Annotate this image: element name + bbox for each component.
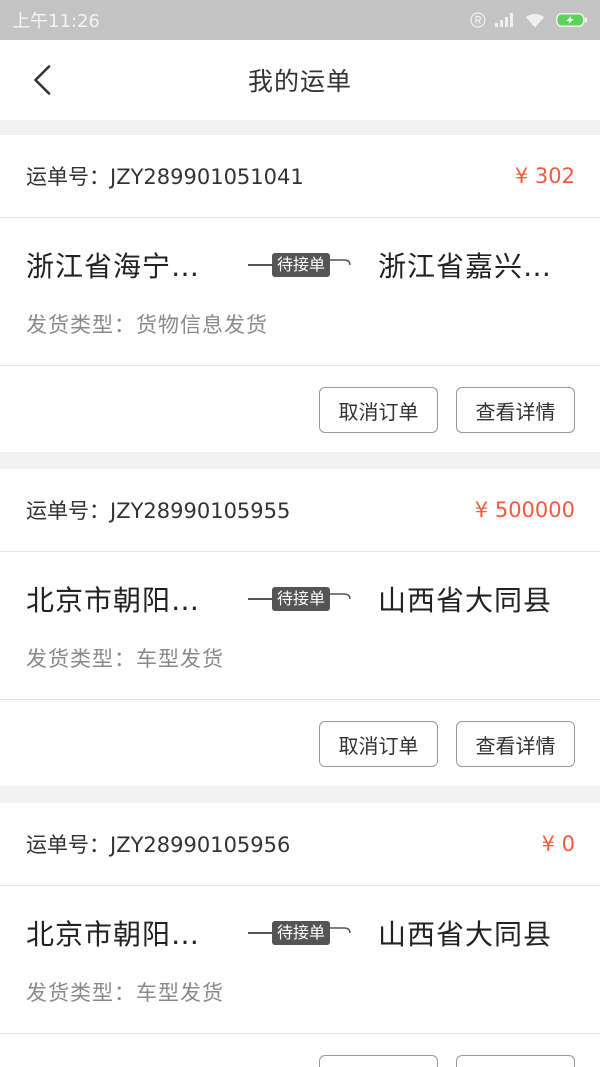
back-button[interactable] [22, 55, 62, 105]
route-row: 浙江省海宁… 待接单 浙江省嘉兴… [0, 243, 600, 287]
card-body: 浙江省海宁… 待接单 浙江省嘉兴… 发货类型：货物信息发货 [0, 218, 600, 366]
registered-icon [470, 12, 486, 28]
arrow-tail-icon [330, 259, 351, 266]
route-arrow: 待接单 [248, 918, 352, 948]
view-details-button[interactable] [456, 1055, 575, 1067]
status-time: 上午11:26 [12, 11, 100, 32]
card-header: 运单号：JZY289901051041 ¥ 302 [0, 135, 600, 218]
origin-city: 北京市朝阳… [26, 918, 201, 951]
destination-city: 山西省大同县 [378, 918, 553, 951]
signal-icon [495, 13, 513, 27]
status-badge: 待接单 [272, 587, 330, 611]
view-details-button[interactable]: 查看详情 [456, 387, 575, 433]
order-number-value: JZY28990105955 [110, 499, 291, 523]
order-number-value: JZY28990105956 [110, 833, 291, 857]
card-header: 运单号：JZY28990105956 ¥ 0 [0, 803, 600, 886]
status-badge: 待接单 [272, 253, 330, 277]
ship-type: 发货类型：货物信息发货 [0, 310, 600, 340]
ship-type: 发货类型：车型发货 [0, 644, 600, 674]
ship-type-value: 车型发货 [136, 981, 224, 1005]
ship-type-label: 发货类型： [26, 313, 136, 337]
order-number: 运单号：JZY289901051041 [26, 161, 304, 191]
waybill-list: 运单号：JZY289901051041 ¥ 302 浙江省海宁… 待接单 浙江省… [0, 120, 600, 1067]
route-line [248, 598, 272, 600]
arrow-tail-icon [330, 593, 351, 600]
status-badge: 待接单 [272, 921, 330, 945]
battery-charging-icon [556, 13, 588, 27]
ship-type-value: 货物信息发货 [136, 313, 268, 337]
cancel-order-button[interactable] [319, 1055, 438, 1067]
chevron-left-icon [34, 65, 51, 95]
ship-type: 发货类型：车型发货 [0, 978, 600, 1008]
route-arrow: 待接单 [248, 584, 352, 614]
order-number-label: 运单号： [26, 165, 110, 189]
route-row: 北京市朝阳… 待接单 山西省大同县 [0, 911, 600, 955]
wifi-icon [525, 13, 545, 27]
order-number-label: 运单号： [26, 833, 110, 857]
card-body: 北京市朝阳… 待接单 山西省大同县 发货类型：车型发货 [0, 886, 600, 1034]
waybill-card: 运单号：JZY28990105955 ¥ 500000 北京市朝阳… 待接单 山… [0, 469, 600, 786]
price: ¥ 500000 [474, 498, 575, 522]
destination-city: 山西省大同县 [378, 584, 553, 617]
card-actions: 取消订单 查看详情 [0, 700, 600, 786]
price: ¥ 302 [514, 164, 575, 188]
destination-city: 浙江省嘉兴… [378, 250, 553, 283]
ship-type-label: 发货类型： [26, 981, 136, 1005]
status-bar: 上午11:26 [0, 0, 600, 40]
price: ¥ 0 [541, 832, 575, 856]
card-header: 运单号：JZY28990105955 ¥ 500000 [0, 469, 600, 552]
ship-type-label: 发货类型： [26, 647, 136, 671]
origin-city: 浙江省海宁… [26, 250, 201, 283]
route-line [248, 264, 272, 266]
arrow-tail-icon [330, 927, 351, 934]
header: 我的运单 [0, 40, 600, 120]
app-screen: 上午11:26 我的运单 运单号：JZY289901051041 ¥ 302 浙… [0, 0, 600, 1067]
waybill-card: 运单号：JZY28990105956 ¥ 0 北京市朝阳… 待接单 山西省大同县… [0, 803, 600, 1067]
cancel-order-button[interactable]: 取消订单 [319, 387, 438, 433]
card-actions [0, 1034, 600, 1067]
route-arrow: 待接单 [248, 250, 352, 280]
card-actions: 取消订单 查看详情 [0, 366, 600, 452]
view-details-button[interactable]: 查看详情 [456, 721, 575, 767]
route-line [248, 932, 272, 934]
cancel-order-button[interactable]: 取消订单 [319, 721, 438, 767]
route-row: 北京市朝阳… 待接单 山西省大同县 [0, 577, 600, 621]
order-number-value: JZY289901051041 [110, 165, 304, 189]
status-icons [470, 12, 588, 28]
order-number: 运单号：JZY28990105956 [26, 829, 290, 859]
order-number: 运单号：JZY28990105955 [26, 495, 290, 525]
origin-city: 北京市朝阳… [26, 584, 201, 617]
ship-type-value: 车型发货 [136, 647, 224, 671]
order-number-label: 运单号： [26, 499, 110, 523]
page-title: 我的运单 [247, 67, 352, 96]
waybill-card: 运单号：JZY289901051041 ¥ 302 浙江省海宁… 待接单 浙江省… [0, 135, 600, 452]
card-body: 北京市朝阳… 待接单 山西省大同县 发货类型：车型发货 [0, 552, 600, 700]
